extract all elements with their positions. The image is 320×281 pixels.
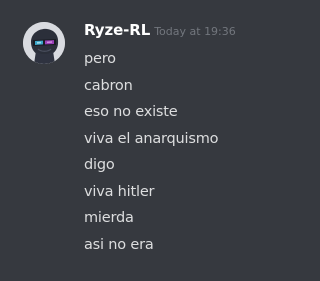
message-line: digo bbox=[84, 157, 115, 173]
username[interactable]: Ryze-RL bbox=[84, 21, 150, 39]
message-line: asi no era bbox=[84, 236, 154, 253]
timestamp[interactable]: Today at 19:36 bbox=[154, 25, 236, 38]
message-line: cabron bbox=[84, 77, 133, 94]
message-line: viva hitler bbox=[84, 183, 155, 200]
message-header: Ryze-RL Today at 19:36 bbox=[84, 20, 236, 44]
avatar[interactable] bbox=[23, 22, 65, 64]
message-content: pero cabron eso no existe viva el anarqu… bbox=[84, 46, 294, 258]
message-line: mierda bbox=[84, 210, 134, 226]
message-line: pero bbox=[84, 51, 116, 67]
message-line: eso no existe bbox=[84, 104, 178, 120]
message-group: Ryze-RL Today at 19:36 pero cabron eso no… bbox=[0, 0, 304, 281]
message-line: viva el anarquismo bbox=[84, 130, 219, 147]
avatar-image bbox=[23, 22, 65, 64]
